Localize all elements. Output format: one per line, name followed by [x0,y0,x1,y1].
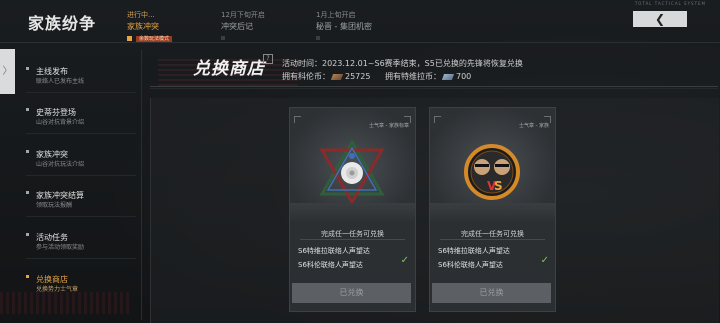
phase-status: 12月下旬开启 [221,11,265,19]
check-icon: ✓ [540,255,549,266]
redeem-button[interactable]: 已兑换 [292,283,411,303]
bullet-icon [26,108,29,111]
keluen-coin-icon [330,73,344,80]
phase-name: 家族冲突 [127,22,159,31]
sidebar-item-steven[interactable]: 史蒂芬登场 山谷对抗背景介绍 [26,107,136,127]
shop-card[interactable]: 士气章 - 家族 V S 完成任一任务可兑换 S6特维拉联络人声望达 S6科伦联… [429,107,556,312]
currency-value: 700 [456,72,472,81]
sidebar-separator [26,258,136,259]
task-item: S6科伦联络人声望达 [438,261,503,269]
currency-label: 拥有科伦币： [282,72,330,81]
sidebar-item-title: 兑换商店 [36,275,68,284]
phase-status: 进行中... [127,11,155,19]
card-requirement: 完成任一任务可兑换 [321,230,384,238]
header-divider [150,88,718,89]
bullet-icon [26,191,29,194]
top-divider [0,42,720,43]
sidebar-item-conflict-settlement[interactable]: 家族冲突结算 领取玩法报酬 [26,190,136,210]
sidebar-item-title: 家族冲突 [36,150,68,159]
currency-label: 拥有特维拉币： [385,72,441,81]
sidebar-item-family-conflict[interactable]: 家族冲突 山谷对抗玩法介绍 [26,149,136,169]
redeem-button[interactable]: 已兑换 [432,283,551,303]
bracket-decoration [294,116,301,123]
card-divider [300,239,405,240]
rose-star-emblem-icon [320,140,384,204]
sidebar-item-subtitle: 参与活动领取奖励 [36,244,85,251]
sidebar-item-subtitle: 领取玩法报酬 [36,202,73,209]
sidebar-collapse-handle[interactable]: 〉 [0,49,15,94]
card-tag: 士气章 - 家族标章 [369,123,409,129]
bullet-icon [26,233,29,236]
task-item: S6科伦联络人声望达 [298,261,363,269]
sidebar-separator [26,133,136,134]
phase-indicator [221,36,225,40]
currency-value: 25725 [345,72,371,81]
task-item: S6特维拉联络人声望达 [438,247,510,255]
sidebar-item-activity-tasks[interactable]: 活动任务 参与活动领取奖励 [26,232,136,252]
sidebar-item-title: 家族冲突结算 [36,191,84,200]
card-ribbon [430,203,555,223]
teweila-coin-icon [441,73,455,80]
phase-status: 1月上旬开启 [316,11,356,19]
card-divider [440,239,545,240]
sidebar-item-exchange-shop[interactable]: 兑换商店 兑换势力士气章 [26,274,136,294]
phase-indicator [316,36,320,40]
help-icon[interactable]: ? [263,54,273,64]
bullet-icon [26,150,29,153]
page-title: 兑换商店 [193,59,265,79]
versus-duel-emblem-icon: V S [464,144,520,200]
shop-card[interactable]: 士气章 - 家族标章 完成任一任务可兑换 S6特维拉联络人声望达 S6科伦联络人… [289,107,416,312]
sidebar-separator [26,175,136,176]
sidebar-separator [26,92,136,93]
corner-text: TOTAL TACTICAL SYSTEM [634,1,706,6]
sidebar-item-subtitle: 山谷对抗玩法介绍 [36,161,85,168]
bullet-icon [26,275,29,278]
currency-teweila: 拥有特维拉币： 700 [385,71,471,82]
phase-indicator-active [127,36,132,41]
sidebar-item-subtitle: 联络人已发布主线 [36,78,85,85]
header-divider [150,86,718,87]
task-item: S6特维拉联络人声望达 [298,247,370,255]
sidebar-item-subtitle: 山谷对抗背景介绍 [36,119,85,126]
phase-item-family-conflict[interactable]: 进行中... 家族冲突 [127,10,159,32]
phase-name: 冲突后记 [221,22,253,31]
back-button[interactable]: ❮ [633,11,687,27]
bullet-icon [26,67,29,70]
currency-keluen: 拥有科伦币： 25725 [282,71,370,82]
activity-time: 活动时间：2023.12.01~S6赛季结束，S5已兑换的先锋将恢复兑换 [282,59,523,68]
sidebar-divider [141,50,142,320]
card-requirement: 完成任一任务可兑换 [461,230,524,238]
phase-name: 秘晋 - 集团机密 [316,22,372,31]
sidebar-item-subtitle: 兑换势力士气章 [36,286,79,293]
sidebar-item-title: 史蒂芬登场 [36,108,76,117]
svg-text:S: S [494,179,503,193]
app-title: 家族纷争 [28,14,97,33]
card-tag: 士气章 - 家族 [519,123,549,129]
sidebar-item-title: 活动任务 [36,233,68,242]
bracket-decoration [434,116,441,123]
card-ribbon [290,203,415,223]
top-bar: 家族纷争 进行中... 家族冲突 12月下旬开启 冲突后记 1月上旬开启 秘晋 … [0,0,720,44]
phase-item-aftermath[interactable]: 12月下旬开启 冲突后记 [221,10,265,32]
currency-row: 拥有科伦币： 25725 拥有特维拉币： 700 [282,71,483,82]
sidebar-separator [26,216,136,217]
sidebar-glitch-decoration [0,292,130,314]
check-icon: ✓ [400,255,409,266]
sidebar-item-title: 主线发布 [36,67,68,76]
phase-item-secrets[interactable]: 1月上旬开启 秘晋 - 集团机密 [316,10,372,32]
sidebar-item-main-release[interactable]: 主线发布 联络人已发布主线 [26,66,136,86]
